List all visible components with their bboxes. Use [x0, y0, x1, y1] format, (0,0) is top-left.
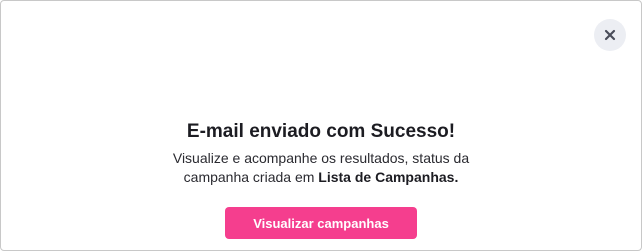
modal-title: E-mail enviado com Sucesso!: [186, 121, 456, 142]
close-icon: [604, 29, 616, 41]
close-button[interactable]: [594, 19, 626, 51]
modal-description: Visualize e acompanhe os resultados, sta…: [141, 149, 501, 187]
modal-content: E-mail enviado com Sucesso! Visualize e …: [1, 119, 641, 239]
success-modal: E-mail enviado com Sucesso! Visualize e …: [0, 0, 642, 251]
campaign-list-link-text: Lista de Campanhas.: [318, 169, 459, 185]
view-campaigns-button[interactable]: Visualizar campanhas: [225, 207, 417, 239]
